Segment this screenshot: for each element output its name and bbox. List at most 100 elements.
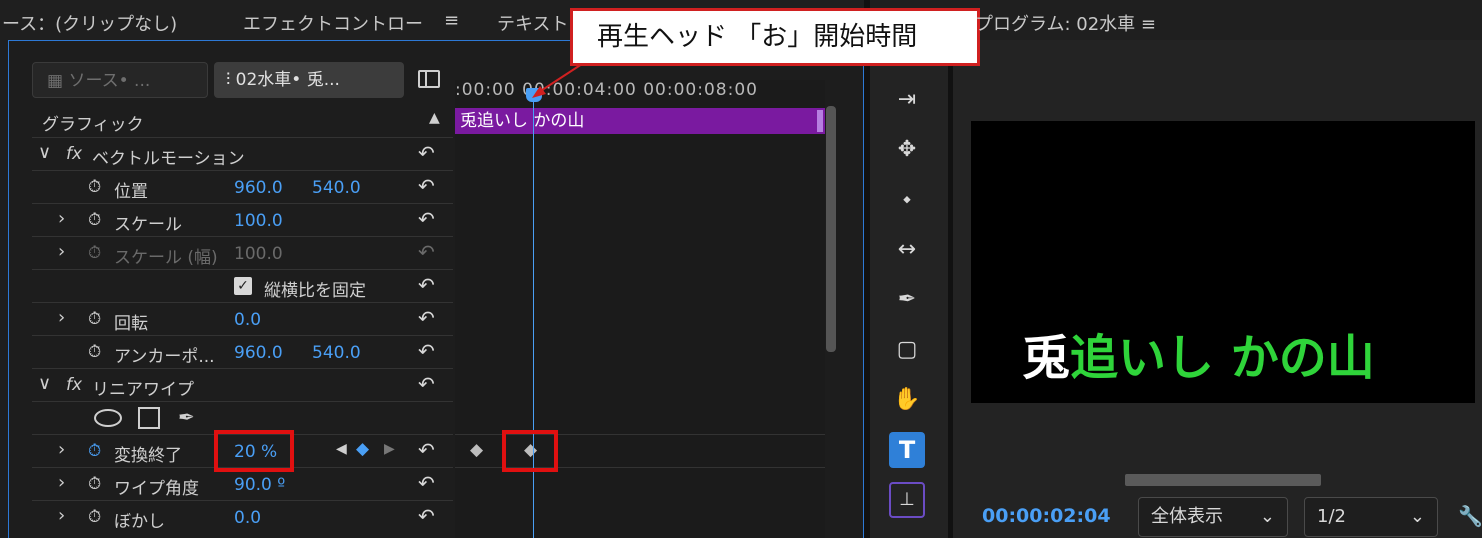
position-x-value[interactable]: 960.0 (234, 178, 283, 198)
clip-icon: ▦ (47, 71, 69, 91)
type-tool-icon[interactable]: T (889, 432, 925, 468)
stopwatch-icon[interactable]: ⏱ (88, 177, 101, 197)
chevron-right-icon[interactable]: › (58, 307, 65, 328)
wipe-angle-value[interactable]: 90.0 º (234, 475, 285, 495)
ripple-edit-icon[interactable]: ✥ (892, 135, 922, 165)
reset-icon[interactable]: ↶ (418, 275, 442, 295)
reset-icon[interactable]: ↶ (418, 374, 442, 394)
pen-mask-icon[interactable]: ✒ (178, 405, 195, 429)
zoom-value: 全体表示 (1151, 506, 1223, 527)
ellipse-mask-icon[interactable] (94, 409, 122, 427)
tab-text[interactable]: テキスト (497, 10, 568, 36)
fx-icon[interactable]: fx (66, 144, 82, 164)
resolution-dropdown[interactable]: 1/2 ⌄ (1304, 497, 1438, 537)
rotation-label: 回転 (114, 314, 148, 334)
vertical-type-tool-icon[interactable]: ⊥ (889, 482, 925, 518)
stopwatch-icon[interactable]: ⏱ (88, 474, 101, 494)
section-graphic[interactable]: グラフィック ▲ (32, 104, 453, 136)
reset-icon: ↶ (418, 240, 435, 264)
hand-tool-icon[interactable]: ✋ (892, 385, 922, 415)
settings-wrench-icon[interactable]: 🔧 (1458, 504, 1482, 528)
effect-vector-motion[interactable]: ∨ fx ベクトルモーション ↶ (32, 137, 453, 169)
stopwatch-icon[interactable]: ⏱ (88, 309, 101, 329)
track-select-forward-icon[interactable]: ⇥ (892, 85, 922, 115)
keyframe-diamond[interactable]: ◆ (470, 440, 483, 460)
scale-value[interactable]: 100.0 (234, 211, 283, 231)
program-title-label: プログラム: 02水車 (975, 14, 1136, 35)
program-scrub-bar[interactable] (1125, 474, 1321, 486)
source-clip-label: ソース• ... (68, 71, 151, 91)
rectangle-mask-icon[interactable] (138, 407, 160, 429)
sequence-clip-label: 02水車• 兎... (235, 70, 340, 90)
property-feather: › ⏱ ぼかし 0.0 ↶ (32, 500, 453, 532)
chevron-down-icon: ⌄ (1409, 506, 1425, 527)
highlight-box-keyframe (502, 430, 558, 472)
property-scale: › ⏱ スケール 100.0 ↶ (32, 203, 453, 235)
next-keyframe-icon[interactable]: ▶ (384, 441, 395, 457)
stopwatch-icon: ⏱ (88, 243, 102, 263)
playhead-timecode[interactable]: 00:00:02:04 (982, 505, 1111, 527)
scrollbar[interactable] (826, 106, 836, 352)
chevron-down-icon[interactable]: ∨ (38, 142, 51, 163)
stopwatch-icon[interactable]: ⏱ (88, 210, 101, 230)
chevron-right-icon[interactable]: › (58, 241, 65, 262)
panel-menu-icon[interactable]: ≡ (444, 10, 459, 31)
reset-icon[interactable]: ↶ (418, 176, 442, 196)
stopwatch-icon[interactable]: ⏱ (88, 342, 101, 362)
chevron-down-icon: ⌄ (1259, 506, 1275, 527)
uniform-scale-label: 縦横比を固定 (264, 281, 366, 301)
chevron-right-icon[interactable]: › (58, 472, 65, 493)
reset-icon[interactable]: ↶ (418, 440, 442, 460)
anchor-y-value[interactable]: 540.0 (312, 343, 361, 363)
caption-revealed-text: 兎 (1022, 330, 1071, 386)
tab-source[interactable]: ース：(クリップなし) (2, 10, 177, 36)
uniform-scale-checkbox[interactable]: ✓ (234, 277, 252, 295)
sequence-clip-tab[interactable]: ⫶ 02水車• 兎... (214, 62, 404, 98)
property-uniform-scale: ✓ 縦横比を固定 ↶ (32, 269, 453, 301)
rectangle-tool-icon[interactable]: ▢ (892, 335, 922, 365)
collapse-up-icon[interactable]: ▲ (429, 110, 440, 126)
mask-tools-row: ✒ (32, 401, 453, 433)
panel-toggle-icon[interactable] (418, 70, 440, 88)
reset-icon[interactable]: ↶ (418, 143, 442, 163)
clip-bar[interactable]: 兎追いし かの山 (455, 108, 825, 134)
previous-keyframe-icon[interactable]: ◀ (336, 441, 347, 457)
stopwatch-active-icon[interactable]: ⏱ (88, 441, 101, 461)
chevron-right-icon[interactable]: › (58, 439, 65, 460)
transition-completion-label: 変換終了 (114, 446, 182, 466)
chevron-right-icon[interactable]: › (58, 505, 65, 526)
stopwatch-icon[interactable]: ⏱ (88, 507, 101, 527)
property-position: ⏱ 位置 960.0 540.0 ↶ (32, 170, 453, 202)
program-monitor-title: プログラム: 02水車 ≡ (975, 10, 1156, 36)
anchor-x-value[interactable]: 960.0 (234, 343, 283, 363)
clip-end-handle[interactable] (817, 110, 823, 132)
linear-wipe-label: リニアワイプ (92, 380, 194, 400)
time-ruler[interactable]: :00:00 00:00:04:00 00:00:08:00 (455, 80, 825, 106)
zoom-dropdown[interactable]: 全体表示 ⌄ (1138, 497, 1288, 537)
chevron-down-icon[interactable]: ∨ (38, 373, 51, 394)
caption-pending-text: 追いし かの山 (1070, 330, 1375, 386)
reset-icon[interactable]: ↶ (418, 341, 442, 361)
reset-icon[interactable]: ↶ (418, 506, 442, 526)
property-rotation: › ⏱ 回転 0.0 ↶ (32, 302, 453, 334)
source-clip-tab[interactable]: ▦ ソース• ... (32, 62, 208, 98)
highlight-box-value (214, 430, 294, 472)
vector-motion-label: ベクトルモーション (92, 149, 245, 169)
feather-value[interactable]: 0.0 (234, 508, 261, 528)
chevron-right-icon[interactable]: › (58, 208, 65, 229)
pen-tool-icon[interactable]: ✒ (892, 285, 922, 315)
position-y-value[interactable]: 540.0 (312, 178, 361, 198)
razor-icon[interactable]: ⬩ (892, 185, 922, 215)
resolution-value: 1/2 (1317, 506, 1346, 527)
rotation-value[interactable]: 0.0 (234, 310, 261, 330)
sequence-icon: ⫶ (226, 70, 236, 90)
slip-tool-icon[interactable]: ↔ (892, 235, 922, 265)
add-keyframe-icon[interactable]: ◆ (356, 439, 369, 459)
reset-icon[interactable]: ↶ (418, 308, 442, 328)
reset-icon[interactable]: ↶ (418, 209, 442, 229)
tab-effect-controls[interactable]: エフェクトコントロー (243, 10, 423, 42)
effect-linear-wipe[interactable]: ∨ fx リニアワイプ ↶ (32, 368, 453, 400)
program-menu-icon[interactable]: ≡ (1141, 14, 1156, 35)
reset-icon[interactable]: ↶ (418, 473, 442, 493)
fx-icon[interactable]: fx (66, 375, 82, 395)
